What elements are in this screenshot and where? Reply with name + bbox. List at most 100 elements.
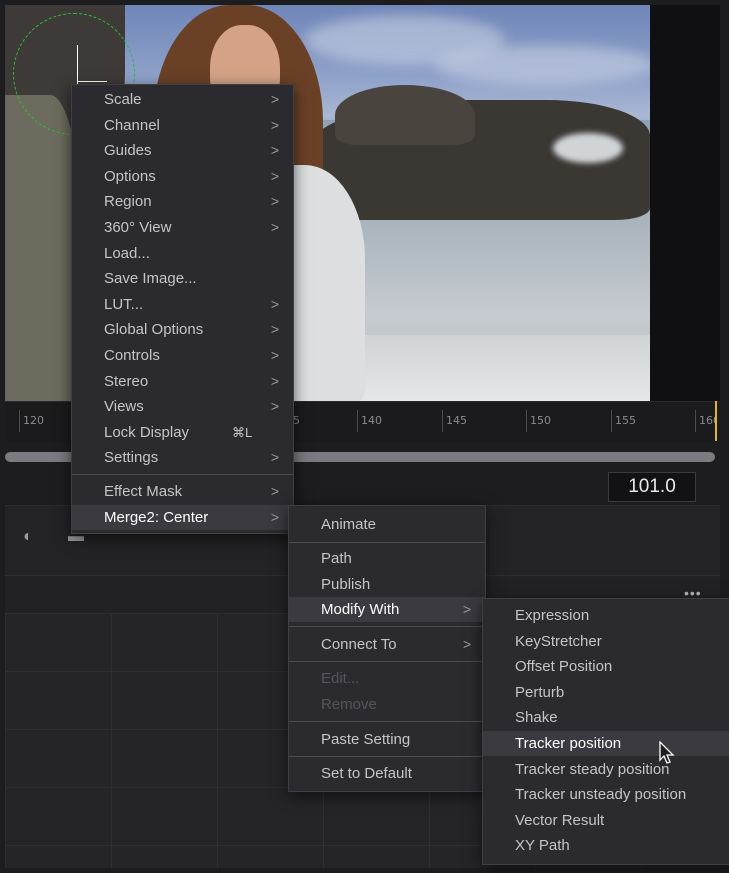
modify-with-submenu: Expression KeyStretcher Offset Position Per…	[482, 598, 729, 865]
menu-item-paste-setting[interactable]: Paste Setting	[289, 727, 485, 752]
menu-item-shake[interactable]: Shake	[483, 705, 729, 730]
menu-item-xy-path[interactable]: XY Path	[483, 833, 729, 858]
menu-item-label: Views	[104, 398, 144, 416]
menu-item-label: Shake	[515, 709, 558, 727]
menu-item-label: Perturb	[515, 683, 565, 701]
rock-right-top	[335, 85, 475, 145]
chevron-right-icon: >	[462, 601, 471, 617]
divider	[72, 474, 293, 475]
menu-item-modify-with[interactable]: Modify With >	[289, 597, 485, 622]
menu-item-stereo[interactable]: Stereo >	[72, 369, 293, 394]
menu-item-label: Region	[104, 193, 152, 211]
man-figure	[5, 95, 80, 401]
menu-item-region[interactable]: Region >	[72, 189, 293, 214]
chevron-right-icon: >	[270, 167, 279, 184]
menu-item-vector-result[interactable]: Vector Result	[483, 808, 729, 833]
menu-item-path[interactable]: Path	[289, 546, 485, 571]
menu-item-label: Offset Position	[515, 658, 613, 676]
menu-item-label: Channel	[104, 116, 160, 134]
menu-item-save-image[interactable]: Save Image...	[72, 266, 293, 291]
tick-label: 140	[357, 410, 382, 432]
menu-item-perturb[interactable]: Perturb	[483, 680, 729, 705]
menu-item-label: Vector Result	[515, 811, 605, 829]
frame-number-field[interactable]: 101.0	[608, 472, 696, 502]
menu-item-lut[interactable]: LUT... >	[72, 292, 293, 317]
menu-item-merge2-center[interactable]: Merge2: Center >	[72, 505, 293, 530]
menu-item-options[interactable]: Options >	[72, 164, 293, 189]
menu-item-global-options[interactable]: Global Options >	[72, 317, 293, 342]
menu-item-label: Tracker unsteady position	[515, 786, 687, 804]
menu-item-label: Settings	[104, 449, 159, 467]
menu-item-controls[interactable]: Controls >	[72, 343, 293, 368]
menu-item-label: Effect Mask	[104, 483, 183, 500]
menu-item-edit: Edit...	[321, 670, 360, 687]
menu-item-settings[interactable]: Settings >	[72, 445, 293, 470]
chevron-right-icon: >	[462, 636, 471, 652]
menu-item-expression[interactable]: Expression	[483, 603, 729, 628]
chevron-right-icon: >	[270, 295, 279, 312]
chevron-right-icon: >	[270, 116, 279, 133]
chevron-right-icon: >	[270, 193, 279, 210]
divider	[289, 542, 485, 543]
menu-item-label: Guides	[104, 142, 152, 160]
menu-item-keystretcher[interactable]: KeyStretcher	[483, 629, 729, 654]
menu-item-label: Tracker steady position	[515, 760, 670, 778]
chevron-right-icon: >	[270, 509, 279, 525]
divider	[289, 626, 485, 627]
chevron-right-icon: >	[270, 91, 279, 107]
tick-label: 155	[611, 410, 636, 432]
menu-item-label: Expression	[515, 607, 590, 624]
chevron-right-icon: >	[270, 142, 279, 159]
menu-item-label: Save Image...	[104, 270, 197, 288]
menu-item-tracker-position[interactable]: Tracker position	[483, 731, 729, 756]
menu-item-load[interactable]: Load...	[72, 241, 293, 266]
crosshair-vertical[interactable]	[77, 45, 78, 85]
parameter-submenu: Animate Path Publish Modify With > Connec…	[288, 505, 486, 792]
divider	[289, 661, 485, 662]
crosshair-horizontal[interactable]	[77, 81, 107, 82]
chevron-right-icon: >	[270, 398, 279, 415]
menu-item-tracker-steady-position[interactable]: Tracker steady position	[483, 757, 729, 782]
menu-item-label: Options	[104, 167, 156, 185]
tick-label: 160	[695, 410, 715, 432]
menu-item-guides[interactable]: Guides >	[72, 138, 293, 163]
viewer-context-menu: Scale > Channel > Guides > Options > Region >360°…	[71, 84, 294, 534]
chevron-right-icon: >	[270, 372, 279, 389]
wave-foam	[553, 133, 623, 163]
menu-item-effect-mask[interactable]: Effect Mask >	[72, 479, 293, 504]
mouse-pointer-icon	[659, 741, 675, 764]
chevron-right-icon: >	[270, 483, 279, 499]
shortcut-label: ⌘L	[232, 424, 253, 440]
menu-item-publish[interactable]: Publish	[289, 572, 485, 597]
divider	[289, 721, 485, 722]
menu-item-label: LUT...	[104, 295, 144, 313]
menu-item-label: Controls	[104, 347, 160, 364]
menu-item-set-to-default[interactable]: Set to Default	[289, 761, 485, 786]
menu-item-views[interactable]: Views >	[72, 394, 293, 419]
menu-item-connect-to[interactable]: Connect To >	[289, 632, 485, 657]
menu-item-remove: Remove	[321, 696, 377, 713]
menu-item-tracker-unsteady-position[interactable]: Tracker unsteady position	[483, 782, 729, 807]
menu-item-scale[interactable]: Scale >	[72, 87, 293, 112]
menu-item-label: Merge2: Center	[104, 509, 209, 526]
menu-item-label: Stereo	[104, 372, 149, 390]
chevron-right-icon: >	[270, 219, 279, 235]
viewer-margin	[650, 5, 720, 401]
menu-item-label: Scale	[104, 91, 142, 108]
menu-item-animate[interactable]: Animate	[289, 512, 485, 537]
view-tool-icon[interactable]: ◐	[14, 528, 42, 550]
menu-item-label: Global Options	[104, 321, 204, 339]
chevron-right-icon: >	[270, 321, 279, 338]
playhead[interactable]	[715, 401, 717, 441]
menu-item-label: 360° View	[104, 219, 172, 236]
menu-item-label: KeyStretcher	[515, 632, 602, 650]
menu-item-offset-position[interactable]: Offset Position	[483, 654, 729, 679]
menu-item-lock-display[interactable]: Lock Display ⌘L	[72, 420, 293, 445]
menu-item-label: Tracker position	[515, 735, 622, 752]
chevron-right-icon: >	[270, 347, 279, 363]
divider	[289, 756, 485, 757]
chevron-right-icon: >	[270, 449, 279, 466]
tick-label: 150	[526, 410, 551, 432]
menu-item-channel[interactable]: Channel >	[72, 113, 293, 138]
menu-item-360-view[interactable]: 360° View >	[72, 215, 293, 240]
